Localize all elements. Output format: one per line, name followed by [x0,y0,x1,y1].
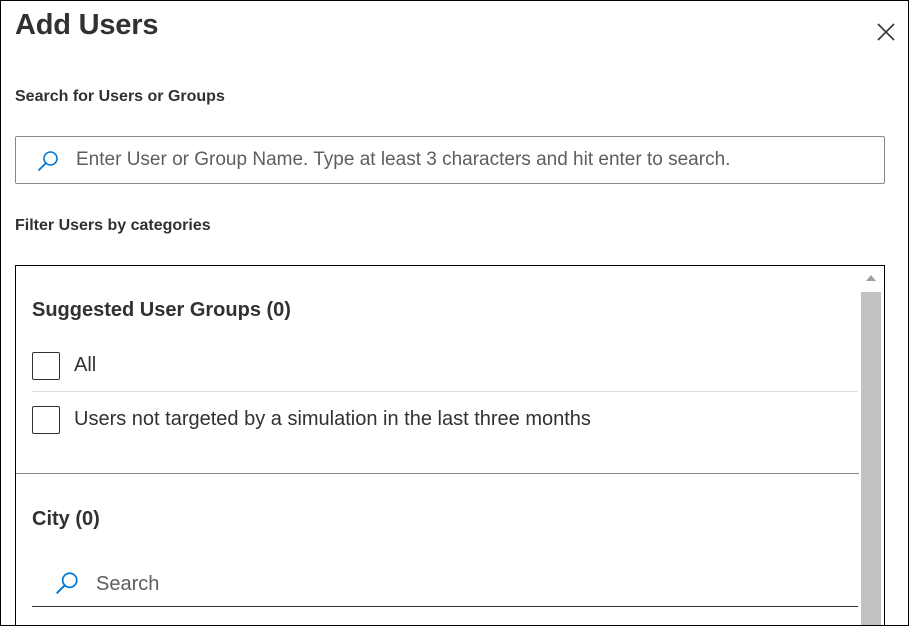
scroll-up-arrow-icon[interactable] [866,275,876,281]
city-search-box[interactable] [32,564,858,608]
section-divider [16,473,859,474]
user-group-search-input[interactable] [76,147,866,173]
search-icon [38,151,58,171]
city-heading: City (0) [32,508,100,530]
scrollbar-thumb[interactable] [861,292,881,625]
search-icon [56,572,78,594]
user-group-search-box[interactable] [15,136,885,184]
add-users-dialog: Add Users Search for Users or Groups Fil… [0,0,909,626]
suggested-user-groups-heading: Suggested User Groups (0) [32,299,291,321]
filter-label: Filter Users by categories [15,217,211,234]
vertical-scrollbar[interactable] [859,266,884,625]
divider [32,391,858,392]
option-all-label: All [74,354,97,376]
option-all[interactable]: All [32,352,858,392]
search-label: Search for Users or Groups [15,88,225,105]
close-button[interactable] [874,20,898,44]
filter-categories-panel[interactable]: Suggested User Groups (0) All Users not … [15,265,885,625]
checkbox-not-targeted[interactable] [32,406,60,434]
option-not-targeted[interactable]: Users not targeted by a simulation in th… [32,406,858,446]
city-search-input[interactable] [96,571,836,597]
dialog-title: Add Users [15,9,159,41]
option-not-targeted-label: Users not targeted by a simulation in th… [74,408,591,430]
city-search-underline [32,606,858,607]
close-icon [877,23,895,41]
checkbox-all[interactable] [32,352,60,380]
